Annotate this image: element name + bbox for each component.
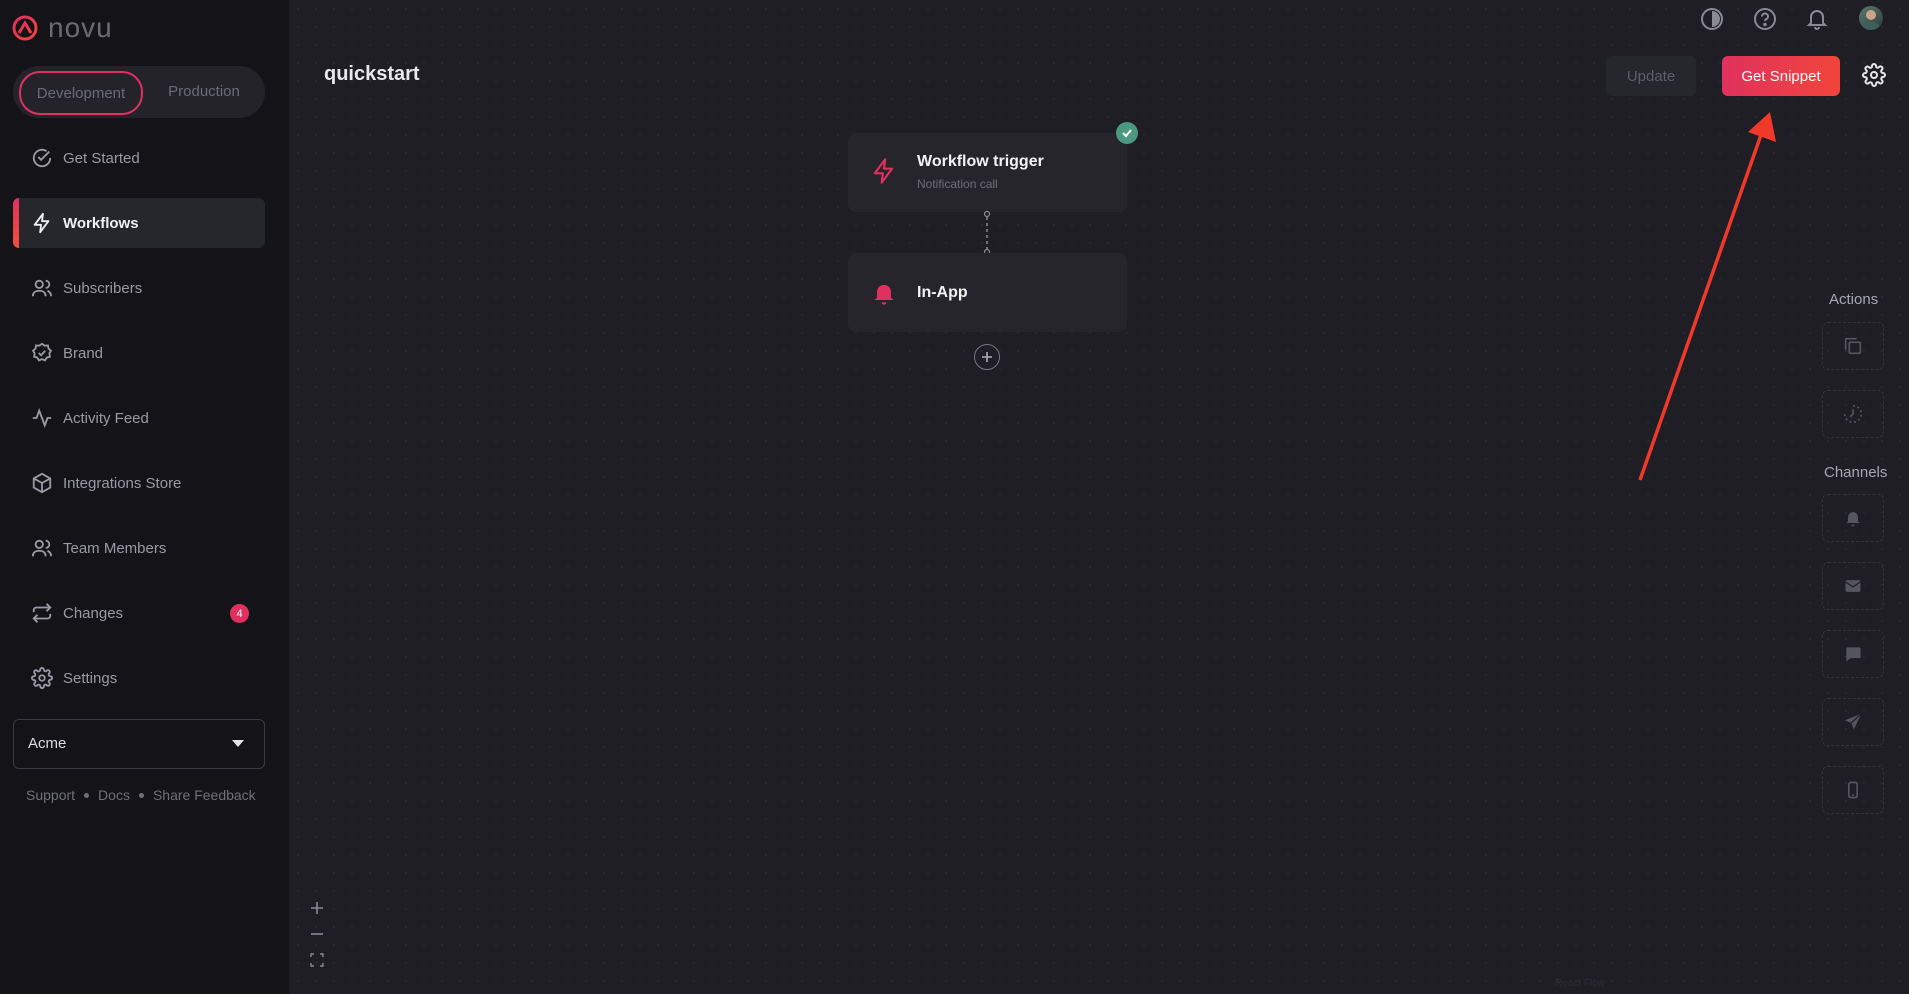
get-snippet-button[interactable]: Get Snippet xyxy=(1722,56,1840,96)
bolt-icon xyxy=(870,157,898,185)
step-title: In-App xyxy=(917,284,968,301)
sidebar-item-brand[interactable]: Brand xyxy=(13,328,265,378)
sidebar-item-workflows[interactable]: Workflows xyxy=(13,198,265,248)
copy-action-button[interactable] xyxy=(1822,322,1884,370)
logo-text: novu xyxy=(48,12,113,43)
in-app-bell-icon xyxy=(1843,508,1863,528)
footer-links: Support Docs Share Feedback xyxy=(26,787,256,803)
separator-dot xyxy=(84,792,90,798)
organization-name: Acme xyxy=(28,735,67,752)
sidebar: novu Development Production Get Started … xyxy=(0,0,289,994)
delay-icon xyxy=(1842,403,1864,425)
sms-channel-button[interactable] xyxy=(1822,766,1884,814)
environment-toggle: Development Production xyxy=(13,66,265,118)
sidebar-item-subscribers[interactable]: Subscribers xyxy=(13,263,265,313)
page-title: quickstart xyxy=(324,63,420,85)
logo[interactable]: novu xyxy=(12,12,113,44)
sidebar-item-activity-feed[interactable]: Activity Feed xyxy=(13,393,265,443)
theme-toggle-icon[interactable] xyxy=(1699,6,1725,32)
sidebar-item-team-members[interactable]: Team Members xyxy=(13,523,265,573)
badge-check-icon xyxy=(31,342,53,364)
update-button[interactable]: Update xyxy=(1606,56,1696,96)
copy-icon xyxy=(1842,335,1864,357)
sidebar-item-label: Subscribers xyxy=(63,279,143,297)
sidebar-item-label: Workflows xyxy=(63,214,139,232)
chat-icon xyxy=(1843,644,1863,664)
react-flow-attribution[interactable]: React Flow xyxy=(1555,978,1605,989)
sidebar-item-label: Team Members xyxy=(63,539,167,557)
trigger-title: Workflow trigger xyxy=(917,153,1044,170)
node-connector xyxy=(983,210,991,256)
email-icon xyxy=(1843,576,1863,596)
in-app-channel-button[interactable] xyxy=(1822,494,1884,542)
activity-icon xyxy=(31,407,53,429)
sidebar-item-label: Settings xyxy=(63,669,118,687)
sidebar-item-changes[interactable]: Changes 4 xyxy=(13,588,265,638)
support-link[interactable]: Support xyxy=(26,787,75,803)
organization-select[interactable]: Acme xyxy=(13,719,265,769)
zoom-in-icon[interactable] xyxy=(307,898,327,918)
caret-down-icon xyxy=(232,740,244,748)
bell-icon[interactable] xyxy=(1804,6,1830,32)
success-check-icon xyxy=(1116,122,1138,144)
zoom-out-icon[interactable] xyxy=(307,924,327,944)
annotation-arrow xyxy=(1638,112,1776,481)
sidebar-item-get-started[interactable]: Get Started xyxy=(13,133,265,183)
help-icon[interactable] xyxy=(1752,6,1778,32)
delay-action-button[interactable] xyxy=(1822,390,1884,438)
sidebar-item-label: Integrations Store xyxy=(63,474,182,492)
sidebar-item-label: Get Started xyxy=(63,149,140,167)
actions-title: Actions xyxy=(1829,291,1879,308)
channels-title: Channels xyxy=(1824,464,1888,481)
avatar[interactable] xyxy=(1859,6,1883,30)
gear-icon xyxy=(31,667,53,689)
chat-channel-button[interactable] xyxy=(1822,630,1884,678)
sidebar-item-label: Changes xyxy=(63,604,124,622)
sidebar-item-label: Activity Feed xyxy=(63,409,149,427)
changes-count-badge: 4 xyxy=(230,604,249,623)
fit-view-icon[interactable] xyxy=(307,950,327,970)
separator-dot xyxy=(138,792,144,798)
team-icon xyxy=(31,537,53,559)
sidebar-item-label: Brand xyxy=(63,344,104,362)
add-step-button[interactable] xyxy=(974,344,1000,370)
sidebar-item-settings[interactable]: Settings xyxy=(13,653,265,703)
bolt-icon xyxy=(31,212,53,234)
workflow-settings-gear-icon[interactable] xyxy=(1862,63,1886,87)
novu-logo-icon xyxy=(12,15,38,41)
check-circle-icon xyxy=(31,147,53,169)
docs-link[interactable]: Docs xyxy=(98,787,130,803)
env-development-button[interactable]: Development xyxy=(19,71,143,115)
trigger-subtitle: Notification call xyxy=(917,177,998,191)
box-icon xyxy=(31,472,53,494)
email-channel-button[interactable] xyxy=(1822,562,1884,610)
workflow-trigger-node[interactable]: Workflow trigger Notification call xyxy=(848,133,1127,212)
env-production-button[interactable]: Production xyxy=(149,71,259,111)
push-channel-button[interactable] xyxy=(1822,698,1884,746)
share-feedback-link[interactable]: Share Feedback xyxy=(153,787,256,803)
push-icon xyxy=(1843,712,1863,732)
sms-icon xyxy=(1843,780,1863,800)
bell-icon xyxy=(870,279,898,307)
users-icon xyxy=(31,277,53,299)
repeat-icon xyxy=(31,602,53,624)
in-app-step-node[interactable]: In-App xyxy=(848,253,1127,332)
sidebar-item-integrations-store[interactable]: Integrations Store xyxy=(13,458,265,508)
